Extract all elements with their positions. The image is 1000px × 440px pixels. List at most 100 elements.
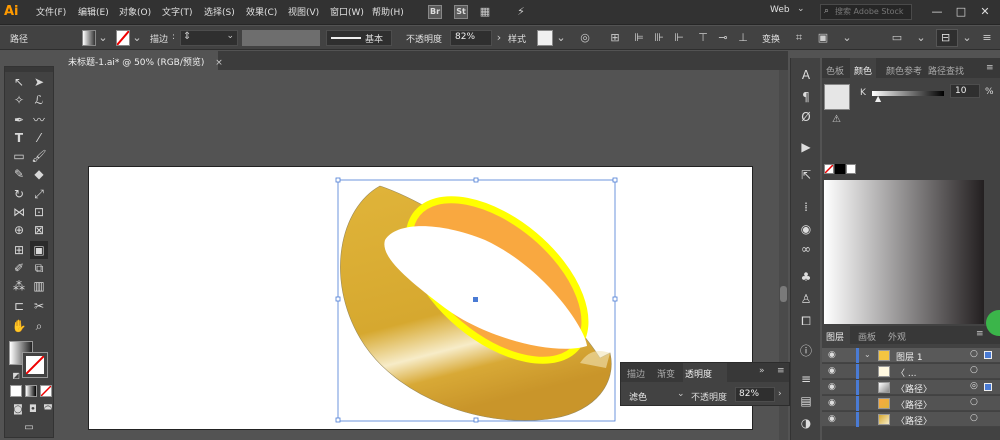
selection-bounding-box[interactable]	[334, 176, 622, 426]
column-graph-tool-icon[interactable]: ▥	[30, 277, 48, 295]
visibility-eye-icon[interactable]: ◉	[828, 366, 836, 376]
panel-menu-icon[interactable]: ≡	[986, 63, 994, 73]
puppet-panel-icon[interactable]: ♙	[797, 290, 815, 308]
rotate-tool-icon[interactable]: ↻	[10, 185, 28, 203]
stroke-label[interactable]: 描边	[150, 32, 168, 45]
brush-definition[interactable]: 基本	[326, 30, 392, 46]
toolbar-grip[interactable]	[5, 67, 53, 72]
path-name[interactable]: 〈 ...	[896, 366, 916, 379]
opentype-panel-icon[interactable]: Ø	[797, 108, 815, 126]
tab-gradient[interactable]: 渐变	[657, 367, 675, 380]
type-tool-icon[interactable]: T	[10, 129, 28, 147]
selection-indicator[interactable]	[984, 351, 992, 359]
artboard-tool-icon[interactable]: ⊏	[10, 297, 28, 315]
resize-handle-nw[interactable]	[335, 177, 341, 183]
expand-chevron-icon[interactable]: ⌄	[864, 350, 871, 359]
color-mode-icon[interactable]	[10, 385, 22, 397]
align-hcenter-icon[interactable]: ⊪	[652, 31, 666, 45]
direct-selection-tool-icon[interactable]: ➤	[30, 73, 48, 91]
eraser-tool-icon[interactable]: ◆	[30, 165, 48, 183]
close-tab-icon[interactable]: ×	[215, 58, 223, 68]
menu-type[interactable]: 文字(T)	[162, 5, 193, 18]
chevron-down-icon[interactable]: ⌄	[96, 31, 110, 45]
pen-tool-icon[interactable]: ✒	[10, 111, 28, 129]
menu-window[interactable]: 窗口(W)	[330, 5, 364, 18]
recolor-artwork-icon[interactable]: ◎	[578, 31, 592, 45]
stock-icon[interactable]: St	[454, 5, 468, 19]
magic-wand-icon[interactable]: ✧	[10, 91, 28, 109]
tab-appearance[interactable]: 外观	[888, 330, 906, 343]
transparency-panel-icon[interactable]: ◑	[797, 414, 815, 432]
collapse-panel-icon[interactable]: »	[759, 366, 765, 376]
align-right-icon[interactable]: ⊩	[672, 31, 686, 45]
chevron-down-icon[interactable]: ⌄	[840, 31, 854, 45]
blend-tool-icon[interactable]: ⧉	[30, 259, 48, 277]
stock-search-input[interactable]: 搜索 Adobe Stock	[820, 4, 912, 20]
layer-row-3[interactable]: ◉ 〈路径〉 ◎	[822, 380, 1000, 395]
panel-menu-icon[interactable]: ≡	[777, 366, 785, 376]
align-bottom-icon[interactable]: ⊥	[736, 31, 750, 45]
k-slider-track[interactable]	[872, 91, 944, 96]
white-color-swatch[interactable]	[846, 164, 856, 174]
zoom-tool-icon[interactable]: ⌕	[30, 317, 48, 335]
chevron-down-icon[interactable]: ⌄	[960, 31, 974, 45]
bridge-icon[interactable]: Br	[428, 5, 442, 19]
stroke-panel-icon[interactable]: ≡	[797, 370, 815, 388]
rectangle-tool-icon[interactable]: ▭	[10, 147, 28, 165]
layer-row-2[interactable]: ◉ 〈 ... ○	[822, 364, 1000, 379]
target-icon[interactable]: ○	[970, 365, 978, 375]
chevron-down-icon[interactable]: ⌄	[130, 31, 144, 45]
visibility-eye-icon[interactable]: ◉	[828, 414, 836, 424]
graphic-style-swatch[interactable]	[537, 30, 553, 46]
character-panel-icon[interactable]: A	[797, 66, 815, 84]
tab-color[interactable]: 颜色	[850, 58, 876, 78]
stroke-weight-input[interactable]: ⇕ ⌄	[180, 30, 238, 46]
none-mode-icon[interactable]	[40, 385, 52, 397]
stroke-swatch[interactable]	[116, 30, 130, 46]
align-vcenter-icon[interactable]: ⊸	[716, 31, 730, 45]
resize-handle-sw[interactable]	[335, 417, 341, 423]
symbol-sprayer-tool-icon[interactable]: ⁂	[10, 277, 28, 295]
visibility-eye-icon[interactable]: ◉	[828, 382, 836, 392]
slice-tool-icon[interactable]: ✂	[30, 297, 48, 315]
select-similar-icon[interactable]: ▣	[816, 31, 830, 45]
actions-panel-icon[interactable]: ▶	[797, 138, 815, 156]
tab-swatches[interactable]: 色板	[826, 64, 844, 77]
pathfinder-panel-icon[interactable]: ◉	[797, 220, 815, 238]
panel-menu-icon[interactable]: ≡	[976, 329, 984, 339]
layer-row-1[interactable]: ◉ ⌄ 图层 1 ○	[822, 348, 1000, 363]
resize-handle-e[interactable]	[612, 296, 618, 302]
artboard-icon[interactable]: ▭	[890, 31, 904, 45]
target-icon[interactable]: ○	[970, 413, 978, 423]
target-icon[interactable]: ○	[970, 349, 978, 359]
none-color-swatch[interactable]	[824, 164, 834, 174]
tab-stroke[interactable]: 描边	[627, 367, 645, 380]
align-to-icon[interactable]: ⊞	[608, 31, 622, 45]
resize-handle-w[interactable]	[335, 296, 341, 302]
selection-indicator[interactable]	[984, 383, 992, 391]
eyedropper-tool-icon[interactable]: ✐	[10, 259, 28, 277]
shaper-tool-icon[interactable]: ✎	[10, 165, 28, 183]
gradient-mode-icon[interactable]	[25, 385, 37, 397]
resize-handle-ne[interactable]	[612, 177, 618, 183]
gradient-panel-icon[interactable]: ▤	[797, 392, 815, 410]
visibility-eye-icon[interactable]: ◉	[828, 350, 836, 360]
target-icon[interactable]: ○	[970, 397, 978, 407]
style-label[interactable]: 样式	[508, 32, 526, 45]
k-slider-thumb[interactable]: ▲	[875, 94, 881, 103]
scrollbar-thumb[interactable]	[780, 286, 787, 302]
gradient-tool-icon[interactable]: ▣	[30, 241, 48, 259]
layer-row-5[interactable]: ◉ 〈路径〉 ○	[822, 412, 1000, 427]
paragraph-panel-icon[interactable]: ¶	[797, 88, 815, 106]
tab-layers[interactable]: 图层	[822, 326, 850, 344]
chevron-down-icon[interactable]: ⌄	[554, 31, 568, 45]
arrange-docs-icon[interactable]: ▦	[478, 5, 492, 19]
color-spectrum[interactable]	[824, 180, 984, 324]
close-window-button[interactable]: ✕	[976, 4, 994, 20]
tab-color-guide[interactable]: 颜色参考	[886, 64, 922, 77]
align-left-icon[interactable]: ⊫	[632, 31, 646, 45]
symbols-panel-icon[interactable]: ♣	[797, 268, 815, 286]
menu-view[interactable]: 视图(V)	[288, 5, 319, 18]
tab-artboards[interactable]: 画板	[858, 330, 876, 343]
screen-mode-icon[interactable]: ▭	[20, 419, 38, 437]
